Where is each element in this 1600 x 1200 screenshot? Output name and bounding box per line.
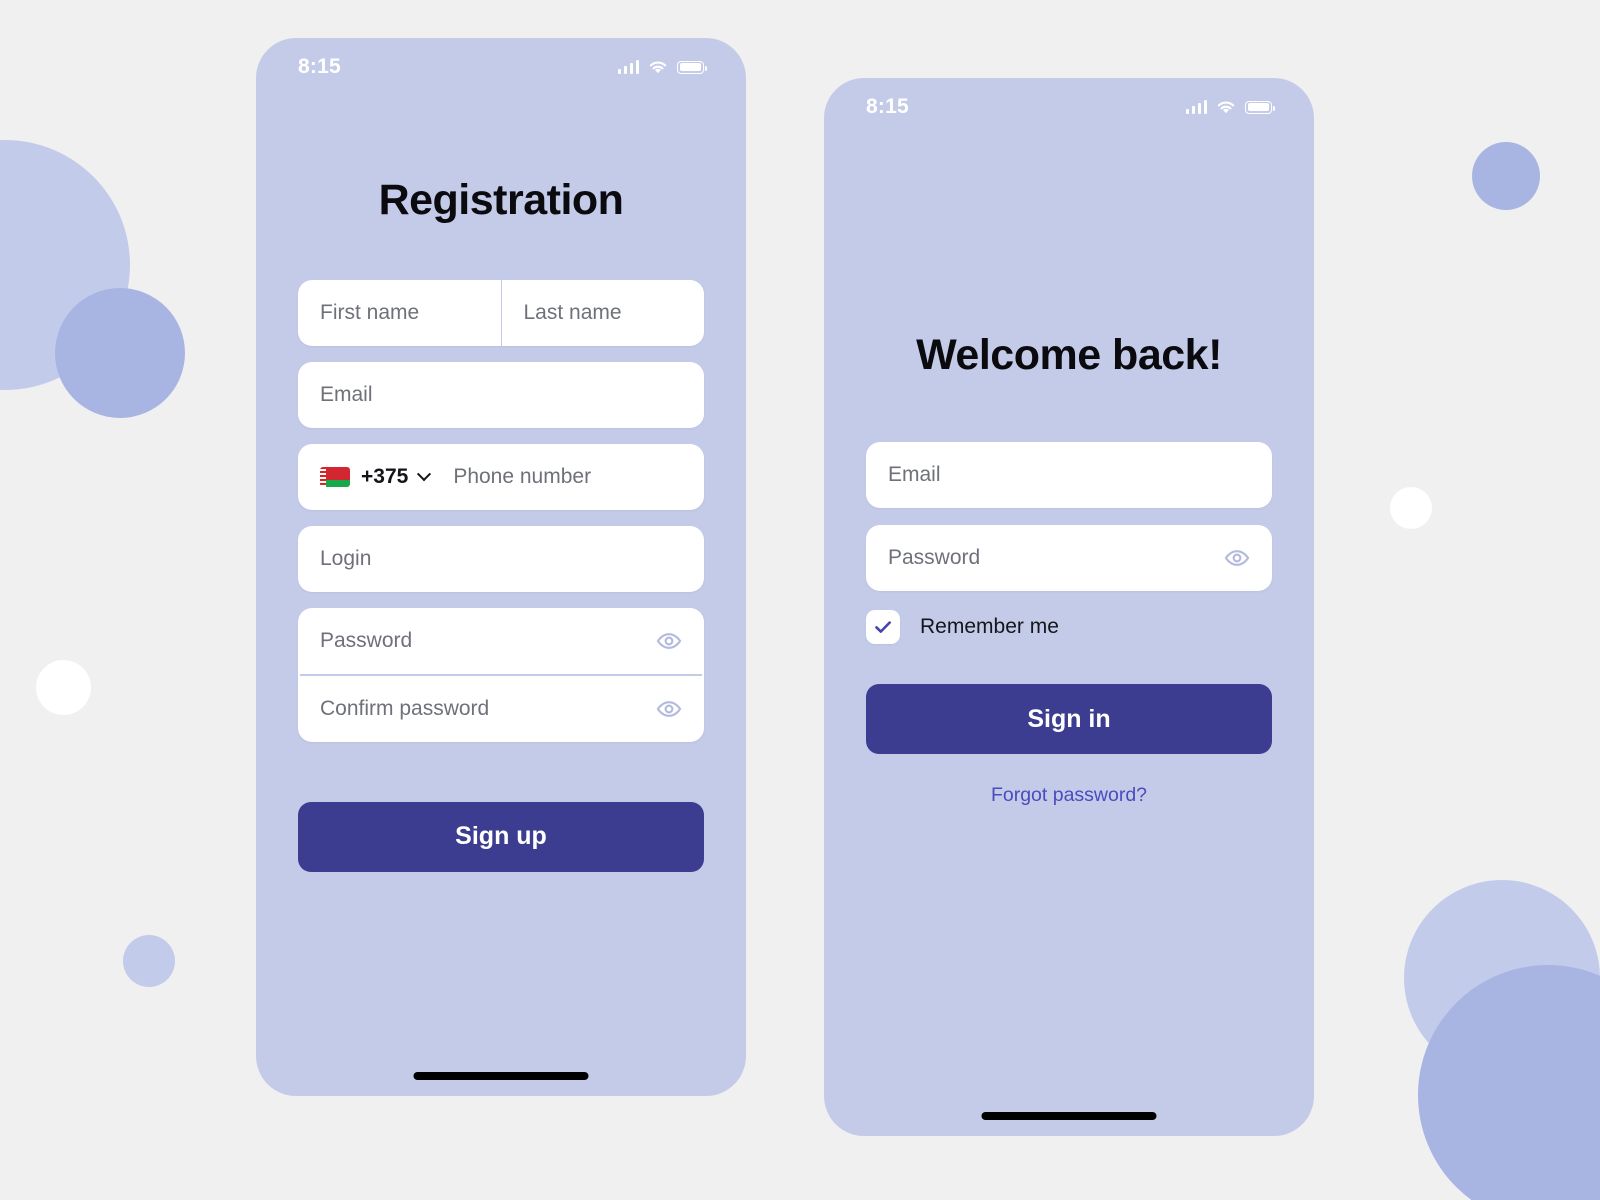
toggle-password-visibility-icon[interactable] (656, 628, 682, 654)
first-name-field[interactable]: First name (298, 280, 501, 346)
sign-in-button-wrapper: Sign in (866, 684, 1272, 754)
email-placeholder: Email (320, 383, 373, 406)
home-indicator (981, 1112, 1157, 1120)
first-name-placeholder: First name (320, 301, 420, 324)
name-fields-group: First name Last name (298, 280, 704, 346)
sign-in-link[interactable]: Sign in (587, 1095, 647, 1096)
password-field[interactable]: Password (866, 525, 1272, 591)
decorative-circle (36, 660, 91, 715)
password-placeholder: Password (888, 546, 981, 569)
page-title: Welcome back! (916, 331, 1222, 379)
login-field[interactable]: Login (298, 526, 704, 592)
email-placeholder: Email (888, 463, 941, 486)
status-bar-clock: 8:15 (298, 55, 341, 78)
status-bar-icons (617, 59, 707, 75)
remember-me-checkbox[interactable] (866, 610, 900, 644)
battery-icon (677, 60, 707, 74)
status-bar: 8:15 (824, 78, 1314, 136)
sign-up-button-wrapper: Sign up (298, 801, 704, 872)
footer-text: Already have an account? (356, 1095, 582, 1096)
sign-in-button[interactable]: Sign in (866, 684, 1272, 754)
wifi-icon (1217, 101, 1235, 114)
sign-up-button[interactable]: Sign up (298, 801, 704, 872)
status-bar-clock: 8:15 (866, 95, 909, 118)
password-placeholder: Password (320, 629, 413, 652)
registration-content: Registration First name Last name Email (256, 176, 746, 1096)
cellular-signal-icon (617, 60, 639, 74)
remember-me-row[interactable]: Remember me (866, 610, 1272, 644)
registration-form: First name Last name Email +375 Phone nu… (298, 280, 704, 742)
login-form: Email Password (866, 442, 1272, 591)
phone-field[interactable]: +375 Phone number (298, 444, 704, 510)
login-placeholder: Login (320, 547, 372, 570)
login-content: Welcome back! Email Password Remember me… (824, 331, 1314, 1136)
chevron-down-icon[interactable] (417, 467, 432, 482)
cellular-signal-icon (1185, 100, 1207, 114)
password-fields-group: Password Confirm password (298, 608, 704, 742)
status-bar: 8:15 (256, 38, 746, 96)
email-field[interactable]: Email (866, 442, 1272, 508)
login-screen: 8:15 Welcome back! Email Password Rememb… (824, 78, 1314, 1136)
toggle-confirm-password-visibility-icon[interactable] (656, 696, 682, 722)
phone-placeholder: Phone number (453, 465, 592, 488)
registration-screen: 8:15 Registration First name Last name E… (256, 38, 746, 1096)
last-name-field[interactable]: Last name (500, 280, 705, 346)
last-name-placeholder: Last name (523, 301, 622, 324)
toggle-password-visibility-icon[interactable] (1224, 545, 1250, 571)
email-field[interactable]: Email (298, 362, 704, 428)
registration-footer: Already have an account? Sign in (256, 1095, 746, 1096)
decorative-circle (123, 935, 175, 987)
battery-icon (1245, 100, 1275, 114)
status-bar-icons (1185, 99, 1275, 115)
decorative-circle (1472, 142, 1540, 210)
wifi-icon (649, 61, 667, 74)
decorative-circle (55, 288, 185, 418)
decorative-circle (1390, 487, 1432, 529)
checkmark-icon (875, 621, 891, 633)
country-code: +375 (361, 465, 409, 488)
background-decoration (0, 0, 1600, 1200)
belarus-flag-icon (320, 467, 350, 487)
remember-me-label: Remember me (920, 615, 1059, 638)
forgot-password-link[interactable]: Forgot password? (866, 784, 1272, 807)
confirm-password-field[interactable]: Confirm password (298, 676, 704, 742)
home-indicator (413, 1072, 589, 1080)
confirm-password-placeholder: Confirm password (320, 696, 490, 720)
page-title: Registration (378, 176, 624, 224)
country-selector[interactable]: +375 (320, 465, 435, 489)
password-field[interactable]: Password (298, 608, 704, 674)
